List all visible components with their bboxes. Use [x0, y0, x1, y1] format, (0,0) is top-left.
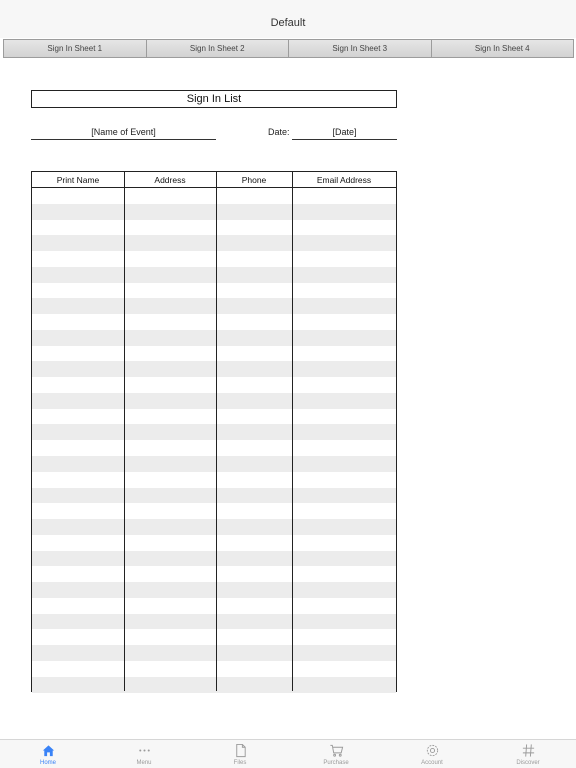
tab-label: Discover	[516, 760, 540, 766]
segment-sign-in-sheet-4[interactable]: Sign In Sheet 4	[431, 40, 573, 57]
tab-label: Purchase	[323, 760, 349, 766]
tab-label: Files	[233, 760, 247, 766]
tab-menu[interactable]: Menu	[96, 740, 192, 768]
table-row[interactable]	[32, 503, 396, 519]
table-row[interactable]	[32, 566, 396, 582]
sign-in-table: Print Name Address Phone Email Address	[31, 171, 397, 693]
tab-bar: Home Menu Files Purchase Account Discove…	[0, 739, 576, 768]
table-row[interactable]	[32, 346, 396, 362]
table-row[interactable]	[32, 392, 396, 409]
ellipsis-icon	[138, 749, 150, 752]
table-row[interactable]	[32, 329, 396, 346]
table-row[interactable]	[32, 598, 396, 614]
home-icon	[42, 745, 54, 757]
date-field[interactable]: [Date]	[292, 124, 397, 140]
hash-icon	[522, 744, 534, 757]
table-row[interactable]	[32, 456, 396, 472]
table-rows	[32, 188, 396, 693]
table-row[interactable]	[32, 582, 396, 598]
segment-sign-in-sheet-2[interactable]: Sign In Sheet 2	[146, 40, 289, 57]
date-label: Date:	[268, 127, 290, 137]
table-row[interactable]	[32, 613, 396, 630]
nav-title: Default	[270, 17, 306, 29]
document-title[interactable]: Sign In List	[31, 90, 397, 108]
table-row[interactable]	[32, 487, 396, 504]
table-row[interactable]	[32, 519, 396, 535]
table-row[interactable]	[32, 298, 396, 315]
table-row[interactable]	[32, 676, 396, 693]
table-row[interactable]	[32, 424, 396, 441]
tab-label: Menu	[136, 760, 152, 766]
tab-label: Account	[421, 760, 443, 766]
column-divider	[216, 172, 217, 691]
column-divider	[124, 172, 125, 691]
table-row[interactable]	[32, 188, 396, 204]
tab-purchase[interactable]: Purchase	[288, 740, 384, 768]
segment-sign-in-sheet-1[interactable]: Sign In Sheet 1	[4, 40, 147, 57]
table-row[interactable]	[32, 314, 396, 330]
table-row[interactable]	[32, 440, 396, 456]
tab-home[interactable]: Home	[0, 740, 96, 768]
table-row[interactable]	[32, 266, 396, 283]
file-icon	[235, 743, 246, 758]
cart-icon	[329, 744, 343, 757]
table-row[interactable]	[32, 645, 396, 661]
column-header-email-address: Email Address	[316, 175, 372, 185]
table-row[interactable]	[32, 377, 396, 393]
sheet-segmented-control: Sign In Sheet 1 Sign In Sheet 2 Sign In …	[3, 39, 574, 58]
table-row[interactable]	[32, 550, 396, 567]
segment-sign-in-sheet-3[interactable]: Sign In Sheet 3	[289, 40, 432, 57]
tab-discover[interactable]: Discover	[480, 740, 576, 768]
navigation-bar: Default	[0, 0, 576, 38]
tab-account[interactable]: Account	[384, 740, 480, 768]
tab-files[interactable]: Files	[192, 740, 288, 768]
table-row[interactable]	[32, 629, 396, 645]
table-header: Print Name Address Phone Email Address	[32, 172, 396, 188]
column-header-print-name: Print Name	[56, 175, 100, 185]
column-header-address: Address	[154, 175, 186, 185]
column-divider	[292, 172, 293, 691]
table-row[interactable]	[32, 535, 396, 551]
table-row[interactable]	[32, 409, 396, 425]
table-row[interactable]	[32, 203, 396, 220]
table-row[interactable]	[32, 661, 396, 677]
table-row[interactable]	[32, 283, 396, 299]
table-row[interactable]	[32, 472, 396, 488]
table-row[interactable]	[32, 361, 396, 378]
table-row[interactable]	[32, 251, 396, 267]
column-header-phone: Phone	[241, 175, 267, 185]
event-name-field[interactable]: [Name of Event]	[31, 124, 216, 140]
table-row[interactable]	[32, 235, 396, 252]
table-row[interactable]	[32, 220, 396, 236]
tab-label: Home	[39, 760, 56, 766]
gear-icon	[426, 744, 438, 757]
